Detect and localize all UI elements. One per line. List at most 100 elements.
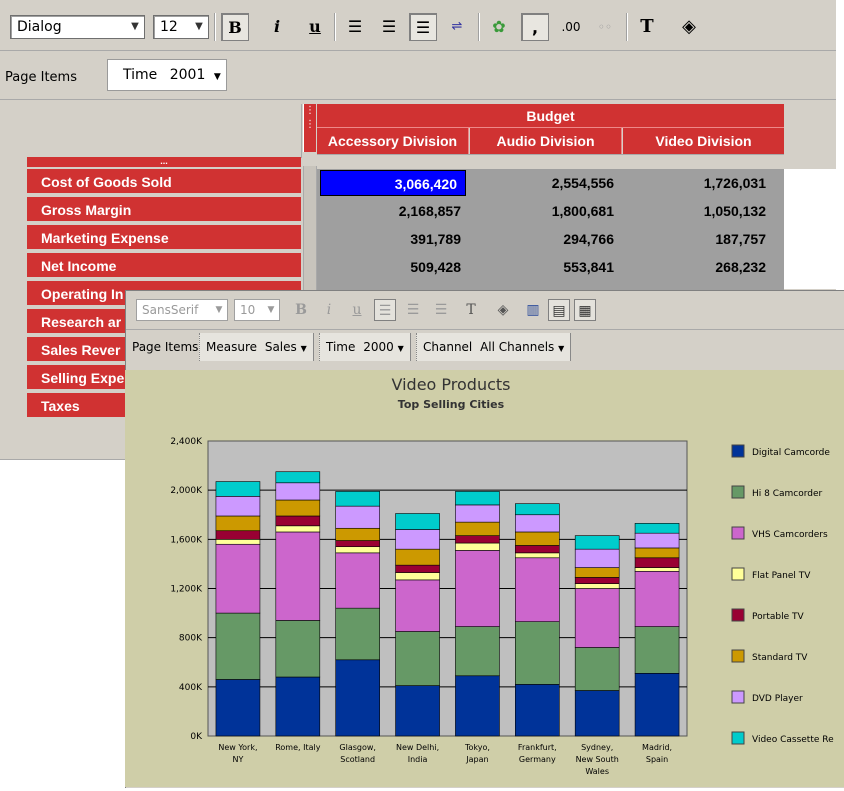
data-cell[interactable]: 187,757 <box>623 226 774 252</box>
graph-italic-button[interactable]: i <box>318 299 340 321</box>
bar-segment <box>455 675 500 737</box>
graph-align-right-icon[interactable]: ☰ <box>430 299 452 321</box>
bar-segment <box>335 527 380 541</box>
data-cell[interactable]: 294,766 <box>470 226 622 252</box>
bar-segment <box>515 621 560 685</box>
x-tick-label: NY <box>233 755 244 764</box>
chart-subtitle: Top Selling Cities <box>398 398 505 411</box>
bar-segment <box>634 673 680 737</box>
data-cell-selected[interactable]: 3,066,420 <box>320 170 466 196</box>
chevron-down-icon: ▼ <box>215 305 223 315</box>
font-size-select[interactable]: 12 ▼ <box>153 15 209 39</box>
bar-segment <box>455 626 500 677</box>
data-cell[interactable]: 391,789 <box>317 226 469 252</box>
font-name-select[interactable]: Dialog ▼ <box>10 15 145 39</box>
bar-segment <box>515 557 560 622</box>
align-right-icon[interactable]: ☰ <box>409 13 437 41</box>
bold-button[interactable]: B <box>221 13 249 41</box>
data-cell[interactable]: 1,800,681 <box>470 198 622 224</box>
measure-value: Sales <box>264 340 297 354</box>
chevron-down-icon: ▼ <box>397 344 404 353</box>
row-header-drag-handle[interactable]: ... <box>27 157 301 167</box>
data-cell[interactable]: 2,554,556 <box>470 170 622 196</box>
column-resize-strip[interactable] <box>317 154 784 167</box>
bar-segment <box>275 620 321 678</box>
decimal-label: .00 <box>561 20 581 34</box>
graph-table-icon[interactable]: ▦ <box>574 299 596 321</box>
graph-font-size-select[interactable]: 10 ▼ <box>234 299 280 321</box>
x-tick-label: New Delhi, <box>396 743 439 752</box>
bar-segment <box>515 545 560 554</box>
data-cell[interactable]: 2,168,857 <box>317 198 469 224</box>
time-page-item-label: Time <box>123 67 158 83</box>
bar-segment <box>634 626 680 674</box>
bold-label: B <box>228 18 242 37</box>
column-drag-handle[interactable]: ⋮ ⋮ <box>303 104 316 152</box>
bar-segment <box>335 607 380 661</box>
graph-font-name-select[interactable]: SansSerif ▼ <box>136 299 228 321</box>
text-format-icon[interactable]: T <box>633 13 661 41</box>
currency-format-icon[interactable]: ✿ <box>485 13 513 41</box>
graph-italic-label: i <box>326 302 332 318</box>
italic-button[interactable]: i <box>263 13 291 41</box>
font-size-value: 12 <box>160 19 178 35</box>
graph-align-left-icon[interactable]: ☰ <box>374 299 396 321</box>
chart-area: Video Products Top Selling Cities 0K 400K 80… <box>125 370 844 787</box>
graph-legend-icon[interactable]: ▤ <box>548 299 570 321</box>
time-page-item-select[interactable]: Time 2001 ▼ <box>107 59 227 91</box>
row-header[interactable]: Gross Margin <box>27 197 301 223</box>
x-tick-label: Germany <box>519 755 556 764</box>
row-header[interactable]: Cost of Goods Sold <box>27 169 301 195</box>
graph-fill-color-icon[interactable]: ◈ <box>492 299 514 321</box>
toolbar-divider <box>334 13 336 41</box>
bar-segment <box>634 547 680 559</box>
channel-value: All Channels <box>480 340 555 354</box>
y-tick-label: 800K <box>179 634 203 644</box>
column-header[interactable]: Video Division <box>623 128 784 154</box>
data-cell[interactable]: 553,841 <box>470 254 622 280</box>
bar-segment <box>574 647 620 691</box>
graph-page-items-label: Page Items <box>132 340 199 354</box>
x-tick-label: Sydney, <box>581 743 613 752</box>
column-header[interactable]: Audio Division <box>470 128 622 154</box>
fill-color-icon[interactable]: ◈ <box>675 13 703 41</box>
align-center-icon[interactable]: ☰ <box>375 13 403 41</box>
bar-segment <box>215 539 261 545</box>
channel-page-item[interactable]: Channel All Channels ▼ <box>416 333 572 361</box>
y-tick-label: 2,400K <box>170 437 203 447</box>
bar-segment <box>574 583 620 589</box>
graph-align-center-icon[interactable]: ☰ <box>402 299 424 321</box>
data-cell[interactable]: 1,726,031 <box>623 170 774 196</box>
bar-segment <box>515 684 560 737</box>
graph-bold-button[interactable]: B <box>290 299 312 321</box>
align-left-icon[interactable]: ☰ <box>341 13 369 41</box>
bar-segment <box>634 570 680 627</box>
thousands-separator-button[interactable]: , <box>521 13 549 41</box>
legend-swatch <box>731 649 745 663</box>
data-cell[interactable]: 268,232 <box>623 254 774 280</box>
data-cell[interactable]: 1,050,132 <box>623 198 774 224</box>
graph-text-format-icon[interactable]: T <box>460 299 482 321</box>
increase-decimal-button[interactable]: .00 <box>557 13 585 41</box>
column-header[interactable]: Accessory Division <box>317 128 469 154</box>
graph-underline-button[interactable]: u <box>346 299 368 321</box>
row-header[interactable]: Marketing Expense <box>27 225 301 251</box>
data-cell[interactable]: 509,428 <box>317 254 469 280</box>
page-items-label: Page Items <box>5 70 77 85</box>
row-header[interactable]: Net Income <box>27 253 301 279</box>
bar-segment <box>275 515 321 527</box>
x-tick-label: India <box>408 755 428 764</box>
time-page-item[interactable]: Time 2000 ▼ <box>319 333 411 361</box>
bar-segment <box>515 552 560 559</box>
underline-button[interactable]: u <box>301 13 329 41</box>
decrease-decimal-icon[interactable]: ◦◦ <box>591 13 619 41</box>
bar-segment <box>275 482 321 501</box>
bar-segment <box>335 505 380 529</box>
wrap-text-icon[interactable]: ⇌ <box>443 13 471 41</box>
bar-segment <box>574 690 620 737</box>
bar-segment <box>335 491 380 507</box>
bar-segment <box>515 531 560 546</box>
graph-bold-label: B <box>295 302 307 318</box>
graph-chart-type-icon[interactable]: ▥ <box>522 299 544 321</box>
measure-page-item[interactable]: Measure Sales ▼ <box>199 333 314 361</box>
